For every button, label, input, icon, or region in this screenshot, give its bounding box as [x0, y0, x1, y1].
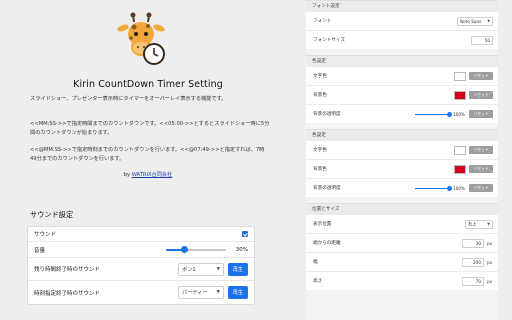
- specified-sound-row: 時刻指定終了時のサウンド パーティー ▼ 再生: [28, 281, 254, 304]
- text-color-reset-button-2[interactable]: リセット: [469, 146, 493, 154]
- position-value: 右上: [468, 221, 477, 226]
- left-column: Kirin CountDown Timer Setting スライドショー、プレ…: [0, 0, 296, 320]
- chevron-down-icon: ▼: [487, 19, 490, 23]
- text-color-reset-button-1[interactable]: リセット: [469, 72, 493, 80]
- opacity-slider-thumb-1[interactable]: [446, 111, 452, 117]
- opacity-value-1: 100%: [453, 111, 465, 117]
- width-label: 幅: [313, 260, 318, 265]
- volume-value: 30%: [235, 246, 248, 253]
- opacity-label-2: 背景の透明度: [313, 186, 341, 191]
- opacity-slider-1[interactable]: [415, 111, 452, 117]
- text-color-label-1: 文字色: [313, 74, 327, 79]
- opacity-row-2: 背景の透明度 100% リセット: [306, 178, 498, 197]
- font-size-row: フォントサイズ 50: [306, 30, 498, 49]
- volume-slider[interactable]: [166, 246, 226, 254]
- font-row: フォント Noto Sans ▼: [306, 11, 498, 30]
- remaining-sound-value: ポン1: [182, 266, 196, 273]
- opacity-row-1: 背景の透明度 100% リセット: [306, 104, 498, 123]
- opacity-slider-thumb-2[interactable]: [446, 185, 452, 191]
- font-value: Noto Sans: [460, 18, 482, 24]
- bg-color-reset-button-1[interactable]: リセット: [469, 91, 493, 99]
- remaining-sound-label: 残り時間終了時のサウンド: [34, 267, 101, 273]
- font-select[interactable]: Noto Sans ▼: [457, 16, 493, 26]
- company-link[interactable]: WATRIX合同会社: [132, 172, 173, 178]
- bg-color-reset-button-2[interactable]: リセット: [469, 165, 493, 173]
- width-unit: px: [487, 259, 493, 265]
- volume-label: 音量: [34, 247, 46, 254]
- margin-unit: px: [487, 240, 493, 246]
- opacity-reset-button-1[interactable]: リセット: [469, 110, 493, 118]
- opacity-slider-2[interactable]: [415, 185, 452, 191]
- sound-enable-checkbox[interactable]: [242, 231, 248, 237]
- text-color-swatch-2[interactable]: [454, 145, 466, 155]
- byline-prefix: by: [123, 172, 132, 178]
- remaining-sound-select[interactable]: ポン1 ▼: [178, 262, 224, 276]
- opacity-slider-fill-2: [415, 187, 450, 189]
- font-size-label: フォントサイズ: [313, 38, 346, 43]
- opacity-reset-button-2[interactable]: リセット: [469, 184, 493, 192]
- specified-sound-select[interactable]: パーティー ▼: [178, 286, 224, 299]
- height-input[interactable]: 70: [462, 276, 484, 286]
- width-input[interactable]: 200: [462, 257, 484, 267]
- height-label: 高さ: [313, 279, 323, 284]
- remaining-sound-row: 残り時間終了時のサウンド ポン1 ▼ 再生: [28, 258, 254, 281]
- giraffe-clock-logo: [117, 12, 165, 65]
- margin-label: 端からの距離: [313, 241, 341, 246]
- font-settings-header: フォント設定: [306, 0, 498, 11]
- text-color-row-1: 文字色 リセット: [306, 66, 498, 85]
- text-color-label-2: 文字色: [313, 148, 327, 153]
- specified-play-button[interactable]: 再生: [228, 286, 248, 299]
- bg-color-row-2: 背景色 リセット: [306, 159, 498, 178]
- color-settings-header-1: 色設定: [306, 55, 498, 66]
- color-settings-header-2: 色設定: [306, 129, 498, 140]
- specified-sound-value: パーティー: [182, 290, 208, 296]
- margin-input[interactable]: 30: [462, 238, 484, 248]
- specified-sound-label: 時刻指定終了時のサウンド: [34, 290, 101, 297]
- position-select[interactable]: 右上 ▼: [465, 219, 493, 229]
- byline: by WATRIX合同会社: [0, 171, 296, 178]
- text-color-swatch-1[interactable]: [454, 71, 466, 81]
- opacity-value-2: 100%: [453, 185, 465, 191]
- description-paragraph-1: スライドショー、プレゼンター表示時にタイマーをオーバーレイ表示する機能です。: [30, 96, 227, 102]
- width-row: 幅 200 px: [306, 252, 498, 271]
- volume-slider-thumb[interactable]: [180, 246, 188, 253]
- font-label: フォント: [313, 19, 332, 24]
- font-size-input[interactable]: 50: [471, 35, 493, 45]
- sound-enable-label: サウンド: [34, 232, 57, 238]
- right-settings-column: フォント設定 フォント Noto Sans ▼ フォントサイズ 50 色設定 文…: [306, 0, 498, 320]
- position-label: 表示位置: [313, 222, 332, 227]
- chevron-down-icon: ▼: [216, 266, 220, 272]
- volume-row: 音量 30%: [28, 242, 254, 258]
- sound-enable-row: サウンド: [28, 227, 254, 242]
- position-row: 表示位置 右上 ▼: [306, 214, 498, 233]
- opacity-label-1: 背景の透明度: [313, 112, 341, 117]
- bg-color-row-1: 背景色 リセット: [306, 85, 498, 104]
- opacity-slider-fill-1: [415, 113, 450, 115]
- height-unit: px: [487, 278, 493, 284]
- remaining-play-button[interactable]: 再生: [228, 262, 248, 276]
- sound-section-title: サウンド設定: [30, 210, 74, 219]
- sound-settings-panel: サウンド 音量 30% 残り時間終了時のサウンド ポン1 ▼ 再生 時刻指定終了…: [27, 226, 255, 305]
- text-color-row-2: 文字色 リセット: [306, 140, 498, 159]
- bg-color-label-1: 背景色: [313, 93, 327, 98]
- bg-color-swatch-1[interactable]: [454, 90, 466, 100]
- bg-color-swatch-2[interactable]: [454, 164, 466, 174]
- page-title: Kirin CountDown Timer Setting: [73, 79, 223, 90]
- position-settings-header: 位置とサイズ: [306, 203, 498, 214]
- description-paragraph-2: <<MM:SS->>で指定時間までのカウントダウンです。<<05:00->>とす…: [30, 121, 270, 136]
- chevron-down-icon: ▼: [216, 290, 220, 295]
- height-row: 高さ 70 px: [306, 271, 498, 290]
- description-paragraph-3: <<@MM:SS->>で指定時刻までのカウントダウンを行います。<<@07:49…: [30, 147, 265, 162]
- chevron-down-icon: ▼: [487, 222, 490, 226]
- bg-color-label-2: 背景色: [313, 167, 327, 172]
- margin-row: 端からの距離 30 px: [306, 233, 498, 252]
